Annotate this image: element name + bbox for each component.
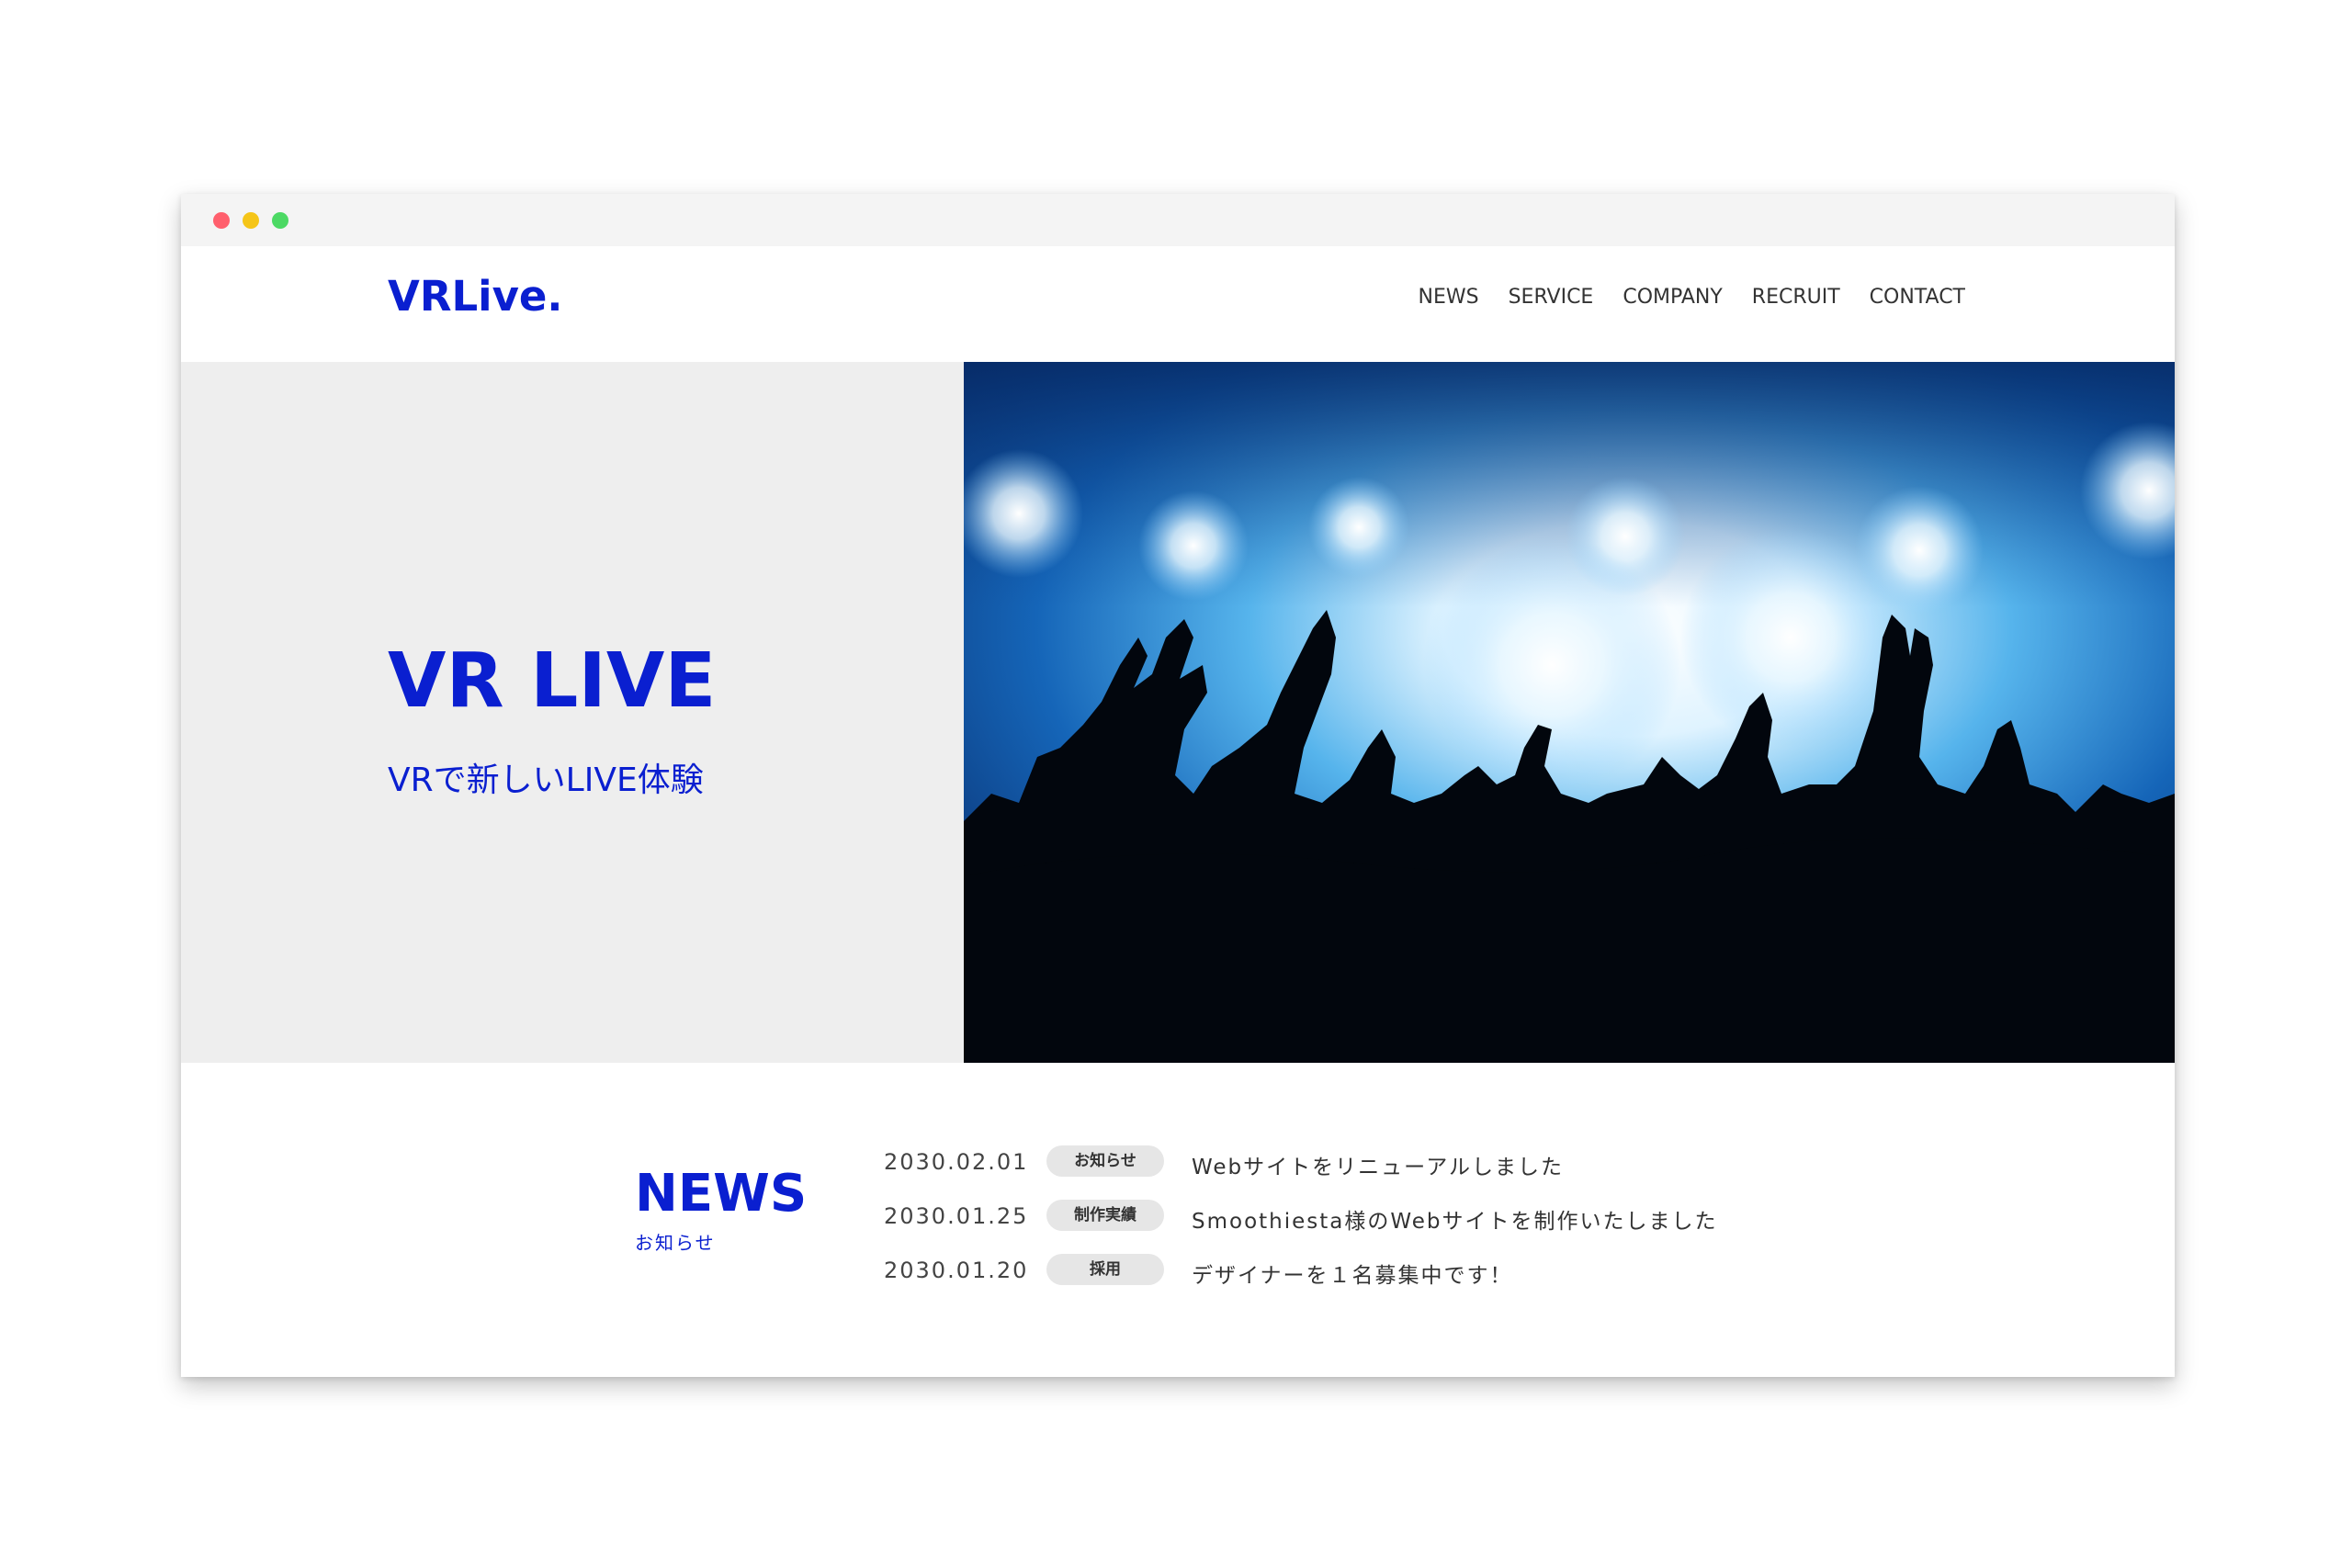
news-category-badge: 採用 [1046,1254,1164,1285]
news-section: NEWS お知らせ 2030.02.01 お知らせ Webサイトをリニューアルし… [181,1063,2175,1377]
news-category-badge: 制作実績 [1046,1200,1164,1231]
nav-item-company[interactable]: COMPANY [1623,286,1722,309]
nav-item-recruit[interactable]: RECRUIT [1752,286,1840,309]
nav-item-news[interactable]: NEWS [1419,286,1479,309]
site-header: VRLive. NEWS SERVICE COMPANY RECRUIT CON… [181,246,2175,362]
hero-subtitle: VRで新しいLIVE体験 [388,761,704,799]
hero-text-panel: VR LIVE VRで新しいLIVE体験 [181,362,964,1063]
news-subheading: お知らせ [635,1232,716,1254]
close-window-button[interactable] [213,212,230,229]
news-title-link[interactable]: Webサイトをリニューアルしました [1192,1149,1564,1180]
news-item[interactable]: 2030.01.20 採用 デザイナーを１名募集中です！ [884,1254,1803,1289]
minimize-window-button[interactable] [243,212,259,229]
news-title-link[interactable]: デザイナーを１名募集中です！ [1192,1258,1513,1289]
news-date: 2030.01.20 [884,1258,1029,1283]
hero-concert-image [964,362,2175,1063]
hero-title: VR LIVE [388,637,717,725]
news-item[interactable]: 2030.02.01 お知らせ Webサイトをリニューアルしました [884,1145,1803,1179]
news-category-badge: お知らせ [1046,1145,1164,1177]
maximize-window-button[interactable] [272,212,288,229]
news-heading: NEWS [635,1164,808,1224]
hero-section: VR LIVE VRで新しいLIVE体験 [181,362,2175,1063]
news-date: 2030.02.01 [884,1149,1029,1175]
browser-window: VRLive. NEWS SERVICE COMPANY RECRUIT CON… [181,194,2175,1377]
main-nav: NEWS SERVICE COMPANY RECRUIT CONTACT [1419,286,1966,309]
news-title-link[interactable]: Smoothiesta様のWebサイトを制作いたしました [1192,1203,1718,1235]
site-logo[interactable]: VRLive. [388,272,563,321]
nav-item-contact[interactable]: CONTACT [1870,286,1965,309]
news-item[interactable]: 2030.01.25 制作実績 Smoothiesta様のWebサイトを制作いた… [884,1200,1803,1235]
nav-item-service[interactable]: SERVICE [1509,286,1594,309]
news-date: 2030.01.25 [884,1203,1029,1229]
window-titlebar [181,194,2175,246]
